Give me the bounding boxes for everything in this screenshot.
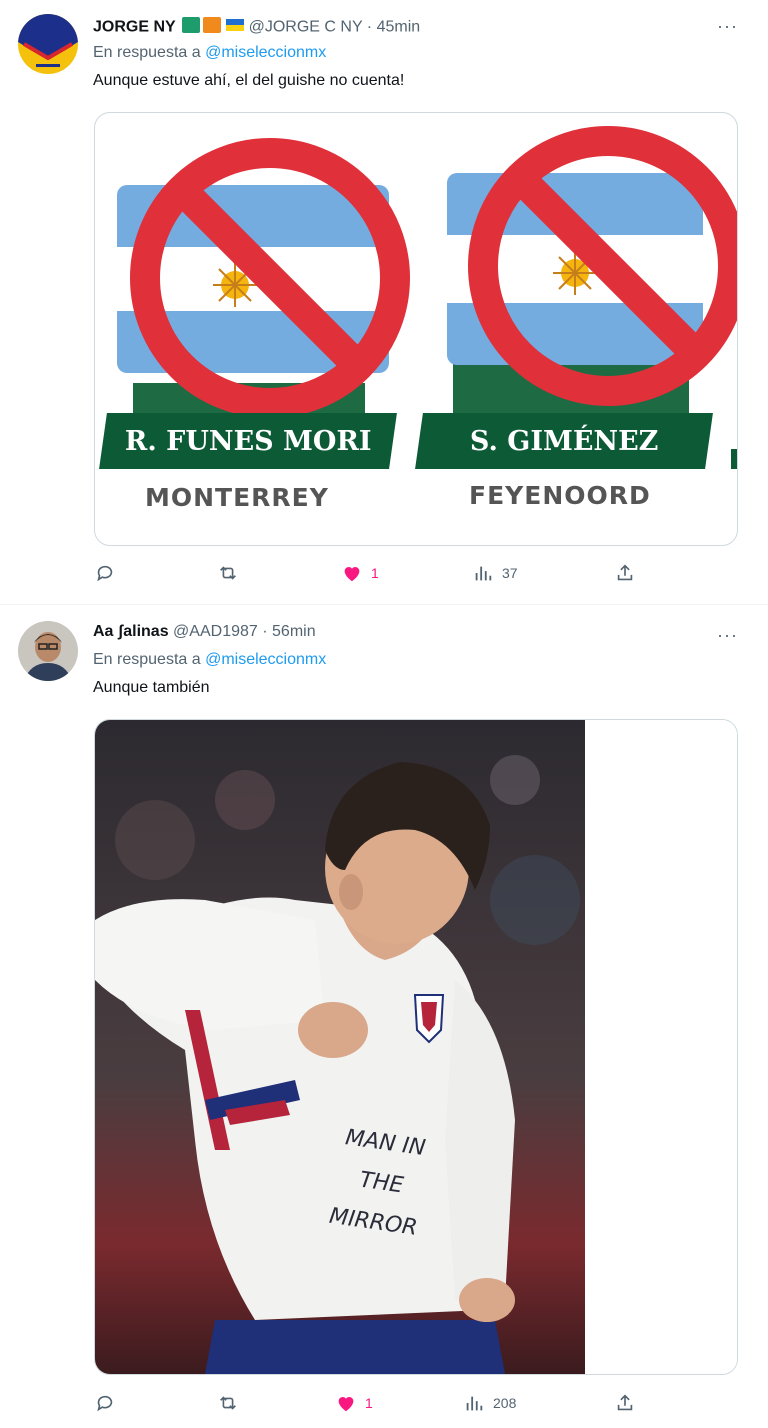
player-name: S. GIMÉNEZ — [469, 425, 659, 457]
reply-prefix: En respuesta a — [93, 44, 201, 61]
tweet-header: JORGE NY @JORGE C NY · 45min — [93, 16, 420, 39]
player-nameplate: S. GIMÉNEZ — [415, 413, 713, 469]
tweet-2[interactable]: Aa ʃalinas @AAD1987 · 56min ··· En respu… — [0, 605, 768, 1428]
share-button[interactable] — [614, 1392, 636, 1414]
view-count: 37 — [502, 565, 518, 581]
views-button[interactable]: 208 — [463, 1392, 516, 1414]
reply-button[interactable] — [94, 1392, 116, 1414]
prohibited-icon — [468, 126, 737, 406]
reply-button[interactable] — [94, 562, 116, 584]
tweet-header: Aa ʃalinas @AAD1987 · 56min — [93, 623, 316, 641]
separator-dot: · — [366, 18, 377, 36]
reply-mention[interactable]: @miseleccionmx — [205, 44, 326, 61]
display-name[interactable]: JORGE NY — [93, 19, 176, 36]
heart-icon — [338, 1397, 354, 1412]
avatar[interactable] — [18, 14, 78, 74]
tweet-actions: 1 37 — [0, 562, 768, 592]
display-name[interactable]: Aa ʃalinas — [93, 623, 169, 640]
reply-context: En respuesta a @miseleccionmx — [93, 44, 326, 62]
share-icon — [617, 564, 633, 581]
more-dots-icon[interactable]: ··· — [717, 625, 738, 646]
more-dots-icon[interactable]: ··· — [717, 16, 738, 37]
reply-prefix: En respuesta a — [93, 651, 201, 668]
retweet-icon — [220, 1396, 236, 1410]
like-button[interactable]: 1 — [335, 1392, 373, 1414]
views-icon — [475, 566, 492, 581]
view-count: 208 — [493, 1395, 517, 1411]
player-club: FEYENOORD — [469, 481, 651, 510]
like-button[interactable]: 1 — [341, 562, 379, 584]
tweet-1[interactable]: JORGE NY @JORGE C NY · 45min ··· En resp… — [0, 0, 768, 605]
views-button[interactable]: 37 — [472, 562, 518, 584]
player-name: R. FUNES MORI — [124, 425, 372, 457]
player-nameplate: R. FUNES MORI — [99, 413, 397, 469]
tweet-actions: 1 208 — [0, 1392, 768, 1422]
separator-dot: · — [262, 623, 273, 640]
player-club: MONTERREY — [145, 483, 329, 512]
tweet-text: Aunque también — [93, 679, 210, 696]
heart-icon — [344, 567, 360, 582]
emoji-flags — [180, 16, 245, 39]
reply-icon — [97, 1395, 113, 1412]
like-count: 1 — [371, 565, 379, 581]
retweet-button[interactable] — [217, 562, 239, 584]
handle[interactable]: @AAD1987 — [173, 623, 258, 640]
tweet-image[interactable]: R. FUNES MORI S. GIMÉNEZ MONTERREY FEYEN… — [94, 112, 738, 546]
handle[interactable]: @JORGE C NY — [249, 19, 363, 36]
nameplate-edge — [731, 449, 737, 469]
timestamp[interactable]: 45min — [377, 19, 421, 36]
prohibited-icon — [130, 138, 410, 418]
retweet-button[interactable] — [217, 1392, 239, 1414]
player-photo: MAN IN THE MIRROR — [95, 720, 585, 1374]
retweet-icon — [220, 566, 236, 580]
share-button[interactable] — [614, 562, 636, 584]
tweet-image[interactable]: MAN IN THE MIRROR — [94, 719, 738, 1375]
share-icon — [617, 1394, 633, 1411]
avatar[interactable] — [18, 621, 78, 681]
reply-icon — [97, 565, 113, 582]
timestamp[interactable]: 56min — [272, 623, 316, 640]
reply-context: En respuesta a @miseleccionmx — [93, 651, 326, 669]
reply-mention[interactable]: @miseleccionmx — [205, 651, 326, 668]
like-count: 1 — [365, 1395, 373, 1411]
views-icon — [466, 1396, 483, 1411]
media-padding — [585, 720, 737, 1374]
tweet-text: Aunque estuve ahí, el del guishe no cuen… — [93, 72, 405, 89]
